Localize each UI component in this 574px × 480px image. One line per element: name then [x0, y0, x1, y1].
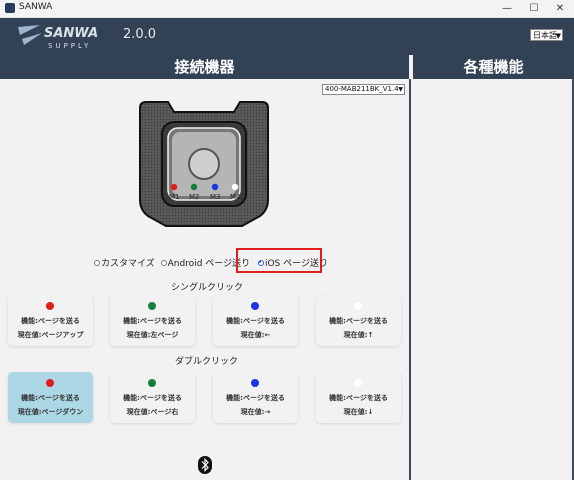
language-select-value: 日本語 — [533, 31, 557, 40]
chevron-down-icon: ▼ — [555, 32, 561, 40]
radio-android[interactable] — [160, 259, 167, 266]
single-click-card-m3[interactable]: 機能:ページを送る 現在値:← — [213, 295, 298, 346]
card-function: 機能:ページを送る — [329, 317, 388, 325]
language-select[interactable]: 日本語 ▼ — [530, 29, 563, 41]
card-function: 機能:ページを送る — [329, 394, 388, 402]
section-title-devices: 接続機器 — [0, 55, 409, 79]
card-value: 現在値:→ — [240, 408, 271, 416]
single-click-card-m4[interactable]: 機能:ページを送る 現在値:↑ — [316, 295, 401, 346]
card-value: 現在値:← — [240, 331, 271, 339]
app-icon — [5, 3, 15, 13]
double-click-card-m1[interactable]: 機能:ページを送る 現在値:ページダウン — [8, 372, 93, 423]
card-function: 機能:ページを送る — [123, 317, 182, 325]
card-function: 機能:ページを送る — [226, 317, 285, 325]
single-click-card-m2[interactable]: 機能:ページを送る 現在値:左ページ — [110, 295, 195, 346]
double-click-card-m2[interactable]: 機能:ページを送る 現在値:ページ右 — [110, 372, 195, 423]
blue-dot-icon — [251, 379, 259, 387]
red-dot-icon — [46, 302, 54, 310]
logo-text-bottom: SUPPLY — [48, 42, 91, 50]
section-title-functions: 各種機能 — [411, 55, 574, 79]
double-click-card-m3[interactable]: 機能:ページを送る 現在値:→ — [213, 372, 298, 423]
maximize-icon[interactable]: ☐ — [522, 0, 546, 17]
title-bar: SANWA — ☐ ✕ — [0, 0, 574, 18]
card-function: 機能:ページを送る — [21, 394, 80, 402]
card-value: 現在値:ページアップ — [17, 331, 84, 339]
window-title: SANWA — [19, 2, 53, 12]
card-value: 現在値:左ページ — [126, 331, 179, 339]
device-dot-m1 — [170, 183, 178, 191]
device-dot-m4 — [231, 183, 239, 191]
device-label-m2: M2 — [189, 193, 200, 201]
card-value: 現在値:↓ — [343, 408, 374, 416]
model-select[interactable]: 400-MAB211BK_V1.4 ▼ — [322, 84, 405, 95]
radio-customize[interactable] — [94, 259, 100, 266]
white-dot-icon — [354, 379, 362, 387]
device-label-m1: M1 — [169, 193, 180, 201]
device-dot-m3 — [211, 183, 219, 191]
card-function: 機能:ページを送る — [21, 317, 80, 325]
card-value: 現在値:ページダウン — [17, 408, 84, 416]
logo-text-top: SANWA — [44, 26, 98, 41]
card-value: 現在値:ページ右 — [126, 408, 179, 416]
device-label-m3: M3 — [210, 193, 221, 201]
sanwa-logo: SANWA SUPPLY — [18, 25, 98, 50]
bluetooth-icon[interactable] — [198, 456, 212, 474]
double-click-title: ダブルクリック — [175, 357, 239, 367]
red-dot-icon — [46, 379, 54, 387]
mode-option-customize[interactable]: カスタマイズ — [94, 256, 155, 269]
chevron-down-icon: ▼ — [398, 86, 403, 93]
card-function: 機能:ページを送る — [226, 394, 285, 402]
functions-panel — [411, 79, 574, 480]
device-dot-m2 — [190, 183, 198, 191]
white-dot-icon — [354, 302, 362, 310]
app-version: 2.0.0 — [123, 27, 157, 42]
device-label-m4: M4 — [230, 193, 241, 201]
mode-label-customize: カスタマイズ — [101, 259, 155, 269]
single-click-card-m1[interactable]: 機能:ページを送る 現在値:ページアップ — [8, 295, 93, 346]
blue-dot-icon — [251, 302, 259, 310]
card-value: 現在値:↑ — [343, 331, 374, 339]
single-click-title: シングルクリック — [171, 283, 244, 293]
green-dot-icon — [148, 379, 156, 387]
model-select-value: 400-MAB211BK_V1.4 — [325, 85, 399, 93]
green-dot-icon — [148, 302, 156, 310]
ios-mode-highlight — [236, 248, 322, 273]
minimize-icon[interactable]: — — [495, 0, 519, 17]
card-function: 機能:ページを送る — [123, 394, 182, 402]
device-illustration — [139, 101, 269, 227]
close-icon[interactable]: ✕ — [548, 0, 572, 17]
double-click-card-m4[interactable]: 機能:ページを送る 現在値:↓ — [316, 372, 401, 423]
